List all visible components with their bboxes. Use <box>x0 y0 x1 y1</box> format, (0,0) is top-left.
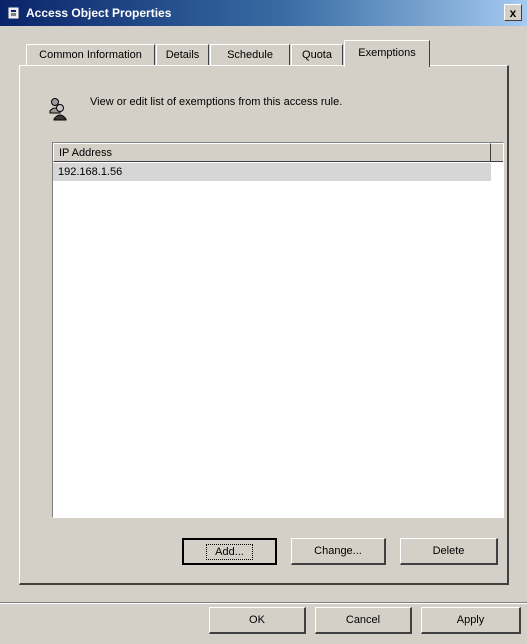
exemptions-list[interactable]: IP Address 192.168.1.56 <box>52 142 504 518</box>
add-button-label: Add... <box>206 544 253 560</box>
tab-common-information[interactable]: Common Information <box>26 44 155 65</box>
column-header-ip-address[interactable]: IP Address <box>53 143 491 162</box>
change-button[interactable]: Change... <box>291 538 386 565</box>
apply-button[interactable]: Apply <box>421 607 521 634</box>
add-button[interactable]: Add... <box>182 538 277 565</box>
tab-schedule[interactable]: Schedule <box>210 44 290 65</box>
tab-details[interactable]: Details <box>156 44 209 65</box>
close-button[interactable]: x <box>504 4 522 21</box>
app-icon <box>8 7 19 19</box>
tab-quota[interactable]: Quota <box>291 44 343 65</box>
delete-button[interactable]: Delete <box>400 538 498 565</box>
list-item[interactable]: 192.168.1.56 <box>53 163 491 181</box>
cancel-button[interactable]: Cancel <box>315 607 412 634</box>
users-icon <box>49 98 67 121</box>
ok-button[interactable]: OK <box>209 607 306 634</box>
footer-separator <box>0 602 527 604</box>
tab-exemptions[interactable]: Exemptions <box>344 40 430 67</box>
panel-description: View or edit list of exemptions from thi… <box>90 96 343 108</box>
window-title: Access Object Properties <box>26 6 172 20</box>
column-header-filler <box>491 143 503 162</box>
title-bar: Access Object Properties x <box>0 0 527 26</box>
